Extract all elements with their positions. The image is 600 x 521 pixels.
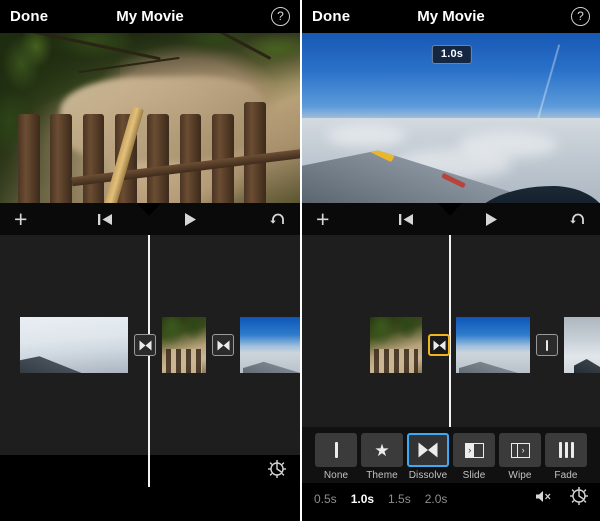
question-circle-icon[interactable]: ?	[271, 7, 290, 26]
none-icon	[545, 339, 549, 351]
gear-icon[interactable]	[570, 487, 588, 510]
transition-label: Dissolve	[408, 470, 448, 481]
playhead-marker	[136, 203, 161, 216]
transition-option-slide[interactable]: › Slide	[453, 433, 495, 481]
transition-option-theme[interactable]: ★ Theme	[361, 433, 403, 481]
transition-option-dissolve[interactable]: Dissolve	[407, 433, 449, 481]
transition-tile[interactable]	[545, 433, 587, 467]
preview-image-creek	[0, 33, 300, 203]
timeline-transition-selected[interactable]	[428, 334, 450, 356]
star-icon: ★	[374, 440, 390, 460]
skip-to-start-icon[interactable]	[97, 213, 113, 226]
timeline-transition[interactable]	[212, 334, 234, 356]
done-button[interactable]: Done	[312, 8, 350, 25]
contrail	[535, 44, 560, 124]
skip-to-start-icon[interactable]	[399, 213, 414, 226]
transition-label: Fade	[554, 470, 578, 481]
playhead-line[interactable]	[448, 235, 451, 427]
preview-image-sky: 1.0s	[302, 33, 600, 203]
timeline-clip[interactable]	[20, 317, 128, 373]
fade-bars-icon	[558, 442, 574, 458]
duration-option-1-5s[interactable]: 1.5s	[388, 492, 411, 506]
timeline[interactable]	[0, 235, 300, 487]
dissolve-icon	[418, 442, 438, 458]
play-icon[interactable]	[484, 212, 499, 227]
dissolve-icon	[433, 340, 445, 350]
timeline-transition[interactable]	[134, 334, 156, 356]
dissolve-icon	[217, 340, 229, 350]
playhead-marker	[437, 203, 462, 216]
transition-option-fade[interactable]: Fade	[545, 433, 587, 481]
duration-option-0-5s[interactable]: 0.5s	[314, 492, 337, 506]
timeline-clips	[302, 317, 600, 373]
done-button[interactable]: Done	[10, 8, 48, 25]
video-preview[interactable]: 1.0s	[302, 33, 600, 203]
timeline-clip[interactable]	[370, 317, 422, 373]
timeline-clip[interactable]	[564, 317, 600, 373]
plus-icon[interactable]: +	[14, 208, 27, 231]
timeline[interactable]	[302, 235, 600, 427]
transition-label: Slide	[462, 470, 486, 481]
dissolve-icon	[139, 340, 151, 350]
undo-icon[interactable]	[569, 212, 586, 227]
duration-option-2-0s[interactable]: 2.0s	[425, 492, 448, 506]
screenshot-root: Done My Movie ? + Done My Movie ? 1.0s +…	[0, 0, 600, 521]
player-toolbar: +	[302, 203, 600, 235]
wipe-icon: ›	[510, 442, 530, 458]
play-icon[interactable]	[183, 212, 198, 227]
panel-left: Done My Movie ? +	[0, 0, 300, 521]
transition-label: None	[323, 470, 349, 481]
timeline-clip[interactable]	[456, 317, 530, 373]
app-header: Done My Movie ?	[0, 0, 300, 33]
slide-icon: ›	[464, 442, 484, 458]
speaker-mute-icon[interactable]	[535, 489, 552, 509]
app-header: Done My Movie ?	[302, 0, 600, 33]
transition-tile[interactable]: ›	[499, 433, 541, 467]
picket-fence	[12, 102, 300, 203]
transition-option-wipe[interactable]: › Wipe	[499, 433, 541, 481]
gear-icon[interactable]	[268, 459, 286, 483]
timeline-footer	[0, 455, 300, 487]
panel-right: Done My Movie ? 1.0s + None ★ Theme Diss…	[300, 0, 600, 521]
question-circle-icon[interactable]: ?	[571, 7, 590, 26]
transition-label: Theme	[366, 470, 398, 481]
transitions-row: None ★ Theme Dissolve › Slide › Wipe Fad…	[310, 433, 592, 481]
timeline-transition[interactable]	[536, 334, 558, 356]
transition-tile[interactable]: ★	[361, 433, 403, 467]
video-preview[interactable]	[0, 33, 300, 203]
timeline-clip[interactable]	[240, 317, 300, 373]
duration-bar: 0.5s 1.0s 1.5s 2.0s	[302, 483, 600, 514]
transition-tile[interactable]	[315, 433, 357, 467]
transition-option-none[interactable]: None	[315, 433, 357, 481]
transitions-palette: None ★ Theme Dissolve › Slide › Wipe Fad…	[302, 427, 600, 483]
duration-badge: 1.0s	[431, 45, 473, 64]
transition-label: Wipe	[508, 470, 532, 481]
none-bar-icon	[334, 442, 338, 458]
transition-tile-selected[interactable]	[407, 433, 449, 467]
playhead-line[interactable]	[147, 235, 150, 487]
timeline-clip[interactable]	[162, 317, 206, 373]
timeline-clips	[0, 317, 300, 373]
transition-tile[interactable]: ›	[453, 433, 495, 467]
plus-icon[interactable]: +	[316, 208, 329, 231]
player-toolbar: +	[0, 203, 300, 235]
undo-icon[interactable]	[269, 212, 286, 227]
duration-option-1-0s[interactable]: 1.0s	[351, 492, 374, 506]
